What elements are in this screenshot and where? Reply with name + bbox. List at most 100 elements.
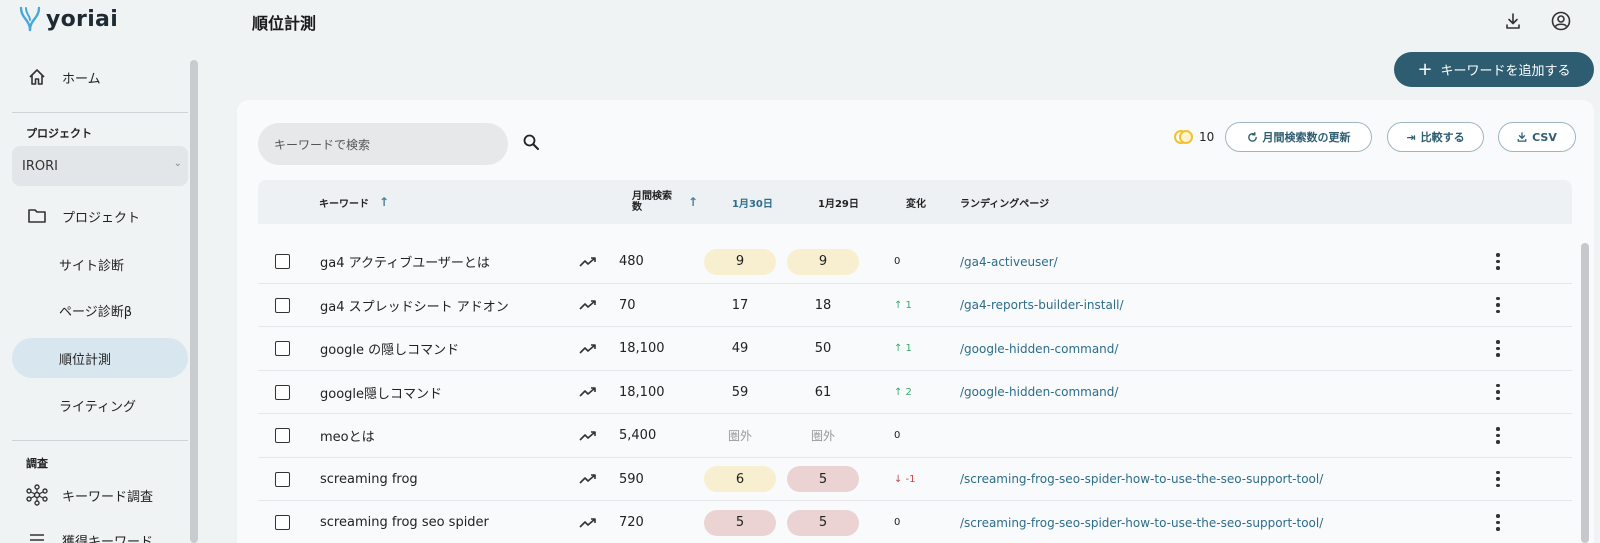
sidebar-item-label: キーワード調査 bbox=[62, 489, 154, 505]
row-menu-button[interactable] bbox=[1496, 414, 1500, 457]
sidebar-item-rank-tracking[interactable]: 順位計測 bbox=[12, 338, 188, 378]
volume-cell: 720 bbox=[619, 501, 644, 543]
column-header-volume[interactable]: 月間検索数 ↑ bbox=[632, 180, 698, 224]
table-row[interactable]: ga4 スプレッドシート アドオン 70 17 18 ↑ 1 /ga4-repo… bbox=[258, 284, 1572, 327]
sidebar-item-project[interactable]: プロジェクト bbox=[12, 196, 188, 236]
sidebar-item-label: ホーム bbox=[62, 71, 101, 87]
trend-chart-icon[interactable] bbox=[579, 240, 597, 283]
row-menu-button[interactable] bbox=[1496, 371, 1500, 414]
change-cell: ↓ -1 bbox=[894, 458, 916, 501]
column-header-date1[interactable]: 1月30日 bbox=[732, 180, 773, 224]
trend-chart-icon[interactable] bbox=[579, 327, 597, 370]
yoriai-logo-icon bbox=[19, 6, 41, 32]
table-row[interactable]: ga4 アクティブユーザーとは 480 9 9 0 /ga4-activeuse… bbox=[258, 240, 1572, 284]
project-select-value: IRORI bbox=[22, 158, 58, 174]
search-input[interactable]: キーワードで検索 bbox=[258, 123, 508, 165]
row-checkbox[interactable] bbox=[275, 341, 290, 356]
row-menu-button[interactable] bbox=[1496, 327, 1500, 370]
update-volume-button[interactable]: 月間検索数の更新 bbox=[1225, 122, 1372, 152]
sidebar-item-site-diagnosis[interactable]: サイト診断 bbox=[12, 244, 188, 284]
app-logo[interactable]: yoriai bbox=[18, 4, 118, 34]
sort-arrow-up-icon[interactable]: ↑ bbox=[379, 195, 389, 209]
sidebar-item-keyword-research[interactable]: キーワード調査 bbox=[12, 475, 188, 515]
sidebar-scrollbar[interactable] bbox=[190, 60, 198, 543]
row-checkbox[interactable] bbox=[275, 471, 290, 487]
refresh-icon bbox=[1247, 131, 1257, 142]
csv-button[interactable]: CSV bbox=[1498, 122, 1576, 152]
coin-icon bbox=[1174, 130, 1193, 144]
rank-date2-cell: 9 bbox=[787, 240, 859, 283]
rank-badge: 5 bbox=[787, 466, 859, 492]
column-header-landing[interactable]: ランディングページ bbox=[960, 180, 1049, 224]
trend-chart-icon[interactable] bbox=[579, 284, 597, 327]
keyword-text: screaming frog bbox=[320, 471, 418, 487]
row-checkbox-cell bbox=[275, 458, 290, 501]
landing-cell: /screaming-frog-seo-spider-how-to-use-th… bbox=[960, 501, 1323, 543]
trend-chart-icon[interactable] bbox=[579, 501, 597, 543]
row-checkbox-cell bbox=[275, 240, 290, 283]
change-value: ↑ 1 bbox=[894, 299, 912, 311]
landing-page-link[interactable]: /google-hidden-command/ bbox=[960, 342, 1118, 356]
landing-page-link[interactable]: /screaming-frog-seo-spider-how-to-use-th… bbox=[960, 472, 1323, 486]
sort-arrow-up-icon[interactable]: ↑ bbox=[688, 195, 698, 209]
volume-cell: 5,400 bbox=[619, 414, 656, 457]
keyword-text: google隠しコマンド bbox=[320, 386, 443, 402]
sidebar-item-acquired-keywords[interactable]: 獲得キーワード bbox=[12, 520, 188, 543]
compare-button[interactable]: ⇥ 比較する bbox=[1387, 122, 1484, 152]
keyword-text: screaming frog seo spider bbox=[320, 515, 489, 530]
row-checkbox[interactable] bbox=[275, 384, 290, 400]
csv-label: CSV bbox=[1532, 130, 1557, 144]
compare-label: 比較する bbox=[1420, 131, 1465, 144]
row-menu-button[interactable] bbox=[1496, 458, 1500, 501]
landing-page-link[interactable]: /screaming-frog-seo-spider-how-to-use-th… bbox=[960, 516, 1323, 530]
column-header-change[interactable]: 変化 bbox=[906, 180, 926, 224]
row-menu-button[interactable] bbox=[1496, 284, 1500, 327]
app-name: yoriai bbox=[46, 6, 119, 32]
rank-badge: 6 bbox=[704, 466, 776, 492]
row-checkbox[interactable] bbox=[275, 515, 290, 530]
search-icon[interactable] bbox=[522, 133, 542, 153]
sidebar-item-home[interactable]: ホーム bbox=[12, 57, 188, 97]
add-keyword-button[interactable]: + キーワードを追加する bbox=[1394, 52, 1594, 87]
update-volume-label: 月間検索数の更新 bbox=[1262, 131, 1351, 144]
row-checkbox[interactable] bbox=[275, 254, 290, 269]
trend-chart-icon[interactable] bbox=[579, 414, 597, 457]
table-row[interactable]: google の隠しコマンド 18,100 49 50 ↑ 1 /google-… bbox=[258, 327, 1572, 371]
more-vertical-icon bbox=[1496, 470, 1500, 488]
row-menu-button[interactable] bbox=[1496, 240, 1500, 283]
change-cell: ↑ 1 bbox=[894, 327, 912, 370]
column-header-label: キーワード bbox=[319, 198, 369, 210]
sidebar-item-label: 獲得キーワード bbox=[62, 534, 154, 543]
download-icon[interactable] bbox=[1502, 10, 1524, 32]
trend-chart-icon[interactable] bbox=[579, 458, 597, 501]
column-header-label: 月間検索数 bbox=[632, 191, 672, 213]
row-checkbox-cell bbox=[275, 414, 290, 457]
row-menu-button[interactable] bbox=[1496, 501, 1500, 543]
column-header-keyword[interactable]: キーワード ↑ bbox=[319, 180, 389, 224]
rank-badge: 圏外 bbox=[727, 429, 752, 443]
sidebar-item-page-diagnosis[interactable]: ページ診断β bbox=[12, 290, 188, 330]
table-row[interactable]: screaming frog 590 6 5 ↓ -1 /screaming-f… bbox=[258, 458, 1572, 501]
rank-badge: 61 bbox=[814, 384, 832, 400]
folder-icon bbox=[26, 205, 48, 227]
sidebar-item-label: サイト診断 bbox=[59, 258, 125, 274]
account-icon[interactable] bbox=[1550, 10, 1572, 32]
row-checkbox[interactable] bbox=[275, 428, 290, 443]
page-title: 順位計測 bbox=[252, 14, 317, 33]
trend-chart-icon[interactable] bbox=[579, 371, 597, 414]
sidebar-item-writing[interactable]: ライティング bbox=[12, 385, 188, 425]
landing-page-link[interactable]: /ga4-activeuser/ bbox=[960, 255, 1058, 269]
more-vertical-icon bbox=[1496, 340, 1500, 357]
rank-date1-cell: 圏外 bbox=[704, 414, 776, 457]
landing-page-link[interactable]: /google-hidden-command/ bbox=[960, 385, 1118, 399]
table-row[interactable]: meoとは 5,400 圏外 圏外 0 bbox=[258, 414, 1572, 458]
sidebar-item-label: ライティング bbox=[59, 399, 136, 415]
table-scrollbar[interactable] bbox=[1581, 243, 1589, 543]
table-row[interactable]: google隠しコマンド 18,100 59 61 ↑ 2 /google-hi… bbox=[258, 371, 1572, 414]
table-row[interactable]: screaming frog seo spider 720 5 5 0 /scr… bbox=[258, 501, 1572, 543]
project-select[interactable]: IRORI ⌄ bbox=[12, 146, 188, 186]
row-checkbox[interactable] bbox=[275, 297, 290, 313]
landing-page-link[interactable]: /ga4-reports-builder-install/ bbox=[960, 298, 1124, 312]
sidebar-item-label: ページ診断β bbox=[59, 304, 133, 320]
column-header-date2[interactable]: 1月29日 bbox=[818, 180, 859, 224]
